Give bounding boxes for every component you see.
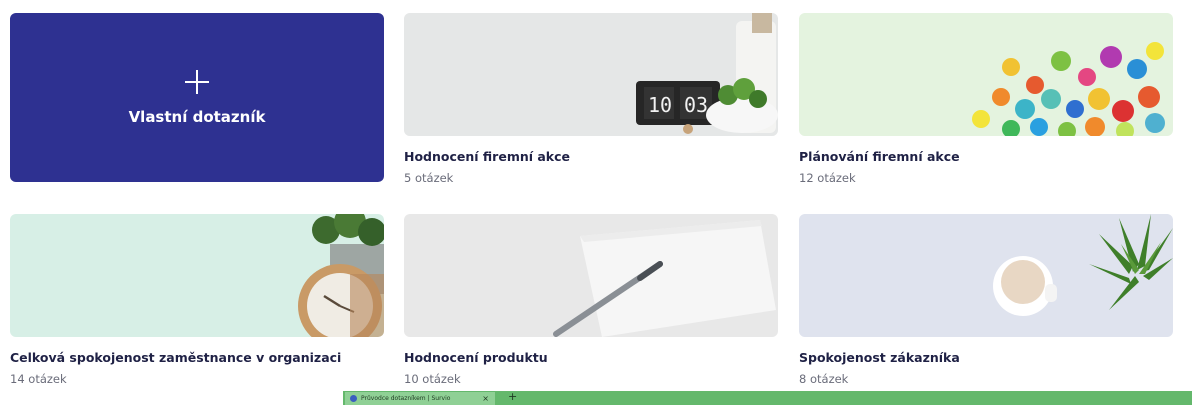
plus-icon [185,69,209,94]
browser-tab-title: Průvodce dotazníkem | Survio [361,395,451,402]
custom-questionnaire-label: Vlastní dotazník [128,107,266,126]
template-card-employee-satisfaction[interactable]: Celková spokojenost zaměstnance v organi… [10,214,384,386]
template-card-customer-satisfaction[interactable]: Spokojenost zákazníka 8 otázek [799,214,1173,386]
template-thumbnail[interactable] [799,13,1173,136]
template-card-event-planning[interactable]: Plánování firemní akce 12 otázek [799,13,1173,185]
template-card-product-evaluation[interactable]: Hodnocení produktu 10 otázek [404,214,778,386]
template-card-event-evaluation[interactable]: 10 03 Hodnocení firemní akce 5 otázek [404,13,778,185]
template-title[interactable]: Hodnocení produktu [404,350,778,365]
template-thumbnail[interactable] [799,214,1173,337]
clock-digits-right: 03 [684,93,708,117]
question-count: 12 otázek [799,171,856,185]
browser-favicon-icon [350,395,357,402]
template-thumbnail[interactable] [10,214,384,337]
template-title[interactable]: Hodnocení firemní akce [404,149,778,164]
question-count: 5 otázek [404,171,454,185]
question-count: 10 otázek [404,372,461,386]
browser-tab-bar: Průvodce dotazníkem | Survio × + [343,390,1192,405]
close-icon[interactable]: × [482,394,489,403]
browser-tab[interactable]: Průvodce dotazníkem | Survio × [345,392,495,405]
question-count: 14 otázek [10,372,67,386]
template-thumbnail[interactable]: 10 03 [404,13,778,136]
template-title[interactable]: Celková spokojenost zaměstnance v organi… [10,350,384,365]
template-title[interactable]: Plánování firemní akce [799,149,1173,164]
question-count: 8 otázek [799,372,849,386]
new-tab-icon[interactable]: + [508,390,517,403]
clock-digits-left: 10 [648,93,672,117]
template-thumbnail[interactable] [404,214,778,337]
template-title[interactable]: Spokojenost zákazníka [799,350,1173,365]
custom-questionnaire-card[interactable]: Vlastní dotazník [10,13,384,182]
